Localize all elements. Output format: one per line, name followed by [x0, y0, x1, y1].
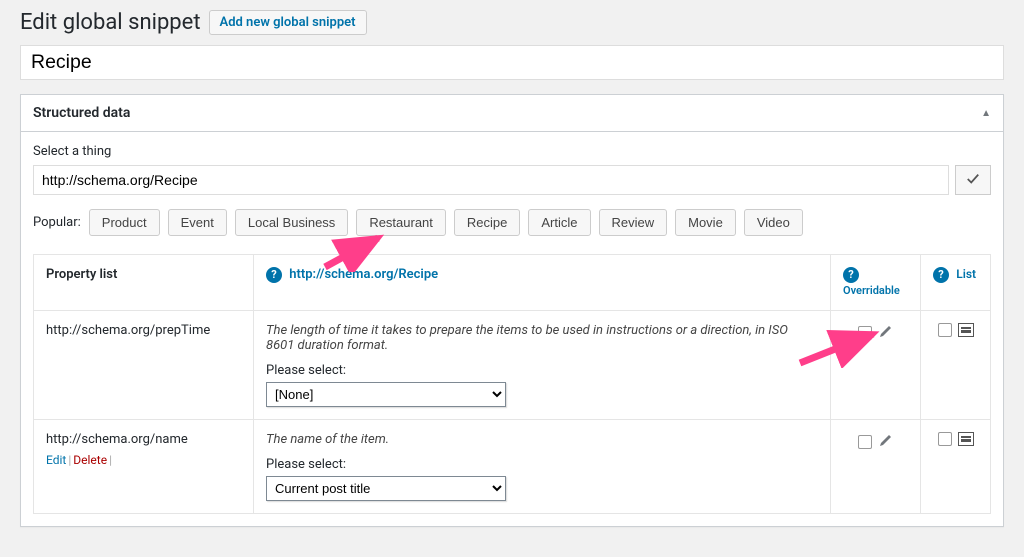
pencil-icon[interactable]	[878, 323, 894, 343]
help-icon[interactable]: ?	[266, 267, 282, 283]
th-overridable: ? Overridable	[831, 255, 921, 311]
structured-data-metabox: Structured data ▲ Select a thing Popular…	[20, 94, 1004, 527]
list-icon	[958, 432, 974, 446]
overridable-cell	[831, 420, 921, 514]
select-thing-label: Select a thing	[33, 144, 991, 159]
popular-btn-product[interactable]: Product	[89, 209, 160, 236]
table-row: http://schema.org/prepTime The length of …	[34, 311, 991, 420]
collapse-toggle-icon[interactable]: ▲	[981, 108, 991, 119]
description-cell: The name of the item. Please select: Curre…	[254, 420, 831, 514]
overridable-checkbox[interactable]	[858, 326, 872, 340]
popular-row: Popular: Product Event Local Business Re…	[33, 209, 991, 236]
th-property: Property list	[34, 255, 254, 311]
table-row: http://schema.org/name Edit|Delete| The na…	[34, 420, 991, 514]
add-new-button[interactable]: Add new global snippet	[209, 10, 367, 35]
th-list: ? List	[921, 255, 991, 311]
th-schema: ? http://schema.org/Recipe	[254, 255, 831, 311]
popular-btn-video[interactable]: Video	[744, 209, 803, 236]
property-name: http://schema.org/prepTime	[46, 323, 241, 338]
row-actions: Edit|Delete|	[46, 453, 241, 467]
property-cell: http://schema.org/name Edit|Delete|	[34, 420, 254, 514]
popular-btn-movie[interactable]: Movie	[675, 209, 736, 236]
property-table: Property list ? http://schema.org/Recipe…	[33, 254, 991, 514]
property-name: http://schema.org/name	[46, 432, 241, 447]
list-checkbox[interactable]	[938, 323, 952, 337]
page-title: Edit global snippet	[20, 10, 201, 35]
property-description: The length of time it takes to prepare t…	[266, 323, 818, 353]
list-icon	[958, 323, 974, 337]
thing-input[interactable]	[33, 165, 949, 195]
pencil-icon[interactable]	[878, 432, 894, 452]
popular-btn-event[interactable]: Event	[168, 209, 227, 236]
value-select[interactable]: [None]	[266, 382, 506, 407]
description-cell: The length of time it takes to prepare t…	[254, 311, 831, 420]
confirm-thing-button[interactable]	[955, 165, 991, 195]
property-cell: http://schema.org/prepTime	[34, 311, 254, 420]
popular-btn-restaurant[interactable]: Restaurant	[356, 209, 446, 236]
check-icon	[966, 172, 980, 189]
property-description: The name of the item.	[266, 432, 818, 447]
metabox-title: Structured data	[33, 105, 130, 121]
list-cell	[921, 311, 991, 420]
popular-btn-recipe[interactable]: Recipe	[454, 209, 520, 236]
popular-label: Popular:	[33, 215, 81, 230]
edit-link[interactable]: Edit	[46, 453, 66, 467]
list-checkbox[interactable]	[938, 432, 952, 446]
delete-link[interactable]: Delete	[73, 453, 107, 467]
popular-btn-review[interactable]: Review	[599, 209, 668, 236]
list-cell	[921, 420, 991, 514]
value-select[interactable]: Current post title	[266, 476, 506, 501]
select-label: Please select:	[266, 363, 818, 378]
snippet-title-input[interactable]	[20, 45, 1004, 80]
schema-link[interactable]: http://schema.org/Recipe	[289, 267, 438, 282]
select-label: Please select:	[266, 457, 818, 472]
popular-btn-local-business[interactable]: Local Business	[235, 209, 348, 236]
overridable-cell	[831, 311, 921, 420]
overridable-checkbox[interactable]	[858, 435, 872, 449]
popular-btn-article[interactable]: Article	[528, 209, 590, 236]
help-icon[interactable]: ?	[933, 267, 949, 283]
help-icon[interactable]: ?	[843, 267, 859, 283]
